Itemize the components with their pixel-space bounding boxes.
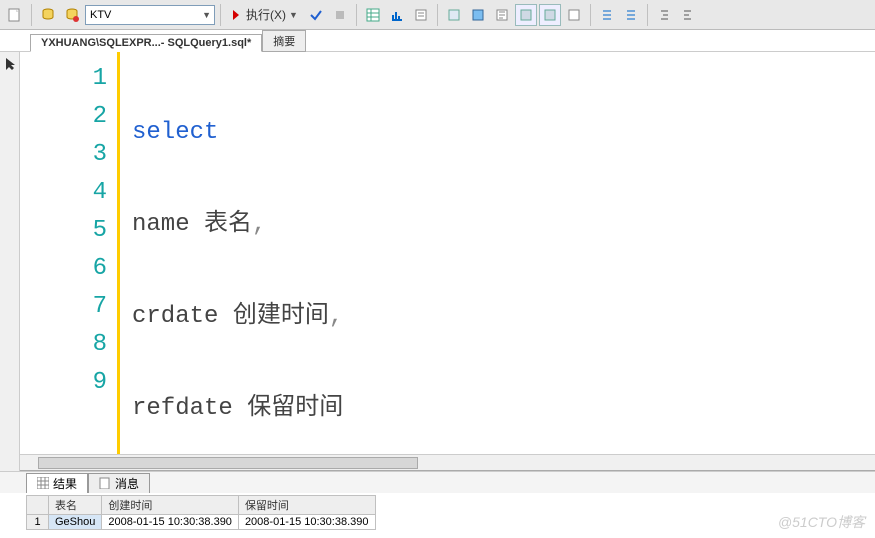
grid-icon xyxy=(37,477,49,489)
kw-select: select xyxy=(132,119,218,146)
col-header-refdate[interactable]: 保留时间 xyxy=(238,496,375,515)
editor: 1 2 3 4 5 6 7 8 9 select name 表名, crdate… xyxy=(20,52,875,471)
results-pane: 结果 消息 表名 创建时间 保留时间 1 GeShou 2008-01-15 1… xyxy=(0,471,875,538)
grid-corner xyxy=(27,496,49,515)
line-no: 9 xyxy=(20,364,107,402)
results-tabs: 结果 消息 xyxy=(0,471,875,493)
horizontal-scrollbar[interactable] xyxy=(20,454,875,470)
indent-right-icon[interactable] xyxy=(677,4,699,26)
tool-icon-c[interactable] xyxy=(491,4,513,26)
tab-summary[interactable]: 摘要 xyxy=(262,30,306,52)
alias: 保留时间 xyxy=(247,395,343,422)
left-strip xyxy=(0,52,20,471)
outdent-icon[interactable] xyxy=(620,4,642,26)
stop-icon[interactable] xyxy=(329,4,351,26)
check-icon[interactable] xyxy=(305,4,327,26)
tab-sqlquery-label: YXHUANG\SQLEXPR...- SQLQuery1.sql* xyxy=(41,37,251,49)
line-no: 4 xyxy=(20,174,107,212)
cell-name[interactable]: GeShou xyxy=(49,515,102,530)
col-crdate: crdate xyxy=(132,303,233,330)
toolbar-sep xyxy=(31,4,32,26)
indent-icon[interactable] xyxy=(596,4,618,26)
top-toolbar: KTV ▼ 执行(X) ▼ xyxy=(0,0,875,30)
cell-refdate[interactable]: 2008-01-15 10:30:38.390 xyxy=(238,515,375,530)
tab-results-label: 结果 xyxy=(53,475,77,492)
execute-button[interactable]: 执行(X) ▼ xyxy=(226,6,303,23)
chevron-down-icon: ▼ xyxy=(202,10,214,20)
line-no: 1 xyxy=(20,60,107,98)
line-no: 8 xyxy=(20,326,107,364)
tab-results[interactable]: 结果 xyxy=(26,473,88,493)
col-name: name xyxy=(132,211,204,238)
alias: 表名 xyxy=(204,211,252,238)
col-header-crdate[interactable]: 创建时间 xyxy=(102,496,239,515)
scroll-thumb[interactable] xyxy=(38,457,418,469)
line-no: 3 xyxy=(20,136,107,174)
row-index: 1 xyxy=(27,515,49,530)
toolbar-sep xyxy=(220,4,221,26)
page-icon xyxy=(99,477,111,489)
database-combo[interactable]: KTV ▼ xyxy=(85,5,215,25)
line-no: 7 xyxy=(20,288,107,326)
toolbar-sep xyxy=(590,4,591,26)
chart-icon[interactable] xyxy=(386,4,408,26)
db-icon-2[interactable] xyxy=(61,4,83,26)
code-editor[interactable]: 1 2 3 4 5 6 7 8 9 select name 表名, crdate… xyxy=(20,52,875,454)
cell-crdate[interactable]: 2008-01-15 10:30:38.390 xyxy=(102,515,239,530)
comma: , xyxy=(329,303,343,330)
indent-left-icon[interactable] xyxy=(653,4,675,26)
tool-icon-b[interactable] xyxy=(467,4,489,26)
document-tabs: YXHUANG\SQLEXPR...- SQLQuery1.sql* 摘要 xyxy=(0,30,875,52)
tool-icon-d[interactable] xyxy=(515,4,537,26)
line-gutter: 1 2 3 4 5 6 7 8 9 xyxy=(20,52,120,454)
tab-sqlquery[interactable]: YXHUANG\SQLEXPR...- SQLQuery1.sql* xyxy=(30,34,262,52)
alias: 创建时间 xyxy=(233,303,329,330)
tool-icon-f[interactable] xyxy=(563,4,585,26)
tab-messages-label: 消息 xyxy=(115,475,139,492)
toolbar-sep xyxy=(647,4,648,26)
db-icon-1[interactable] xyxy=(37,4,59,26)
tab-messages[interactable]: 消息 xyxy=(88,473,150,493)
tool-icon-e[interactable] xyxy=(539,4,561,26)
comma: , xyxy=(252,211,266,238)
tool-icon-a[interactable] xyxy=(443,4,465,26)
execute-label: 执行(X) xyxy=(246,6,286,23)
pointer-icon[interactable] xyxy=(4,58,16,70)
line-no: 2 xyxy=(20,98,107,136)
new-query-icon[interactable] xyxy=(4,4,26,26)
toolbar-sep xyxy=(356,4,357,26)
watermark: @51CTO博客 xyxy=(778,512,865,532)
database-combo-value: KTV xyxy=(90,9,111,21)
col-header-name[interactable]: 表名 xyxy=(49,496,102,515)
main-area: 1 2 3 4 5 6 7 8 9 select name 表名, crdate… xyxy=(0,52,875,471)
results-grid[interactable]: 表名 创建时间 保留时间 1 GeShou 2008-01-15 10:30:3… xyxy=(26,495,376,530)
col-refdate: refdate xyxy=(132,395,247,422)
text-result-icon[interactable] xyxy=(410,4,432,26)
code-content[interactable]: select name 表名, crdate 创建时间, refdate 保留时… xyxy=(120,52,727,454)
tab-summary-label: 摘要 xyxy=(273,36,295,48)
line-no: 6 xyxy=(20,250,107,288)
line-no: 5 xyxy=(20,212,107,250)
toolbar-sep xyxy=(437,4,438,26)
grid-icon[interactable] xyxy=(362,4,384,26)
table-row[interactable]: 1 GeShou 2008-01-15 10:30:38.390 2008-01… xyxy=(27,515,376,530)
